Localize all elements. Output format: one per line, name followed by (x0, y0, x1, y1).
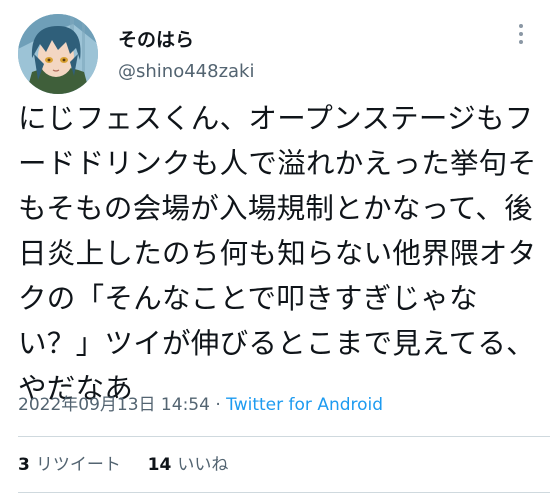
user-avatar[interactable] (18, 14, 98, 94)
tweet-timestamp[interactable]: 2022年09月13日 14:54 (18, 395, 210, 415)
more-dot (519, 32, 523, 36)
retweets-stat[interactable]: 3 リツイート (18, 455, 121, 475)
more-dot (519, 24, 523, 28)
retweets-count: 3 (18, 455, 30, 475)
more-options-icon[interactable] (518, 24, 524, 46)
more-dot (519, 40, 523, 44)
tweet-header: そのはら @shino448zaki (18, 14, 532, 94)
likes-label: いいね (177, 455, 229, 475)
tweet-meta: 2022年09月13日 14:54 · Twitter for Android (18, 394, 383, 416)
likes-count: 14 (147, 455, 172, 475)
tweet-text: にじフェスくん、オープンステージもフードドリンクも人で溢れかえった挙句そもそもの… (18, 102, 537, 405)
avatar-illustration-icon (18, 14, 98, 94)
display-name[interactable]: そのはら (118, 28, 254, 52)
user-handle[interactable]: @shino448zaki (118, 60, 254, 84)
retweets-label: リツイート (35, 455, 121, 475)
bottom-divider (18, 492, 550, 493)
user-names: そのはら @shino448zaki (118, 28, 254, 84)
likes-stat[interactable]: 14 いいね (148, 455, 229, 475)
tweet-source-link[interactable]: Twitter for Android (226, 395, 383, 415)
tweet-stats: 3 リツイート 14 いいね (18, 454, 228, 476)
divider (18, 436, 550, 437)
meta-separator: · (215, 395, 221, 415)
